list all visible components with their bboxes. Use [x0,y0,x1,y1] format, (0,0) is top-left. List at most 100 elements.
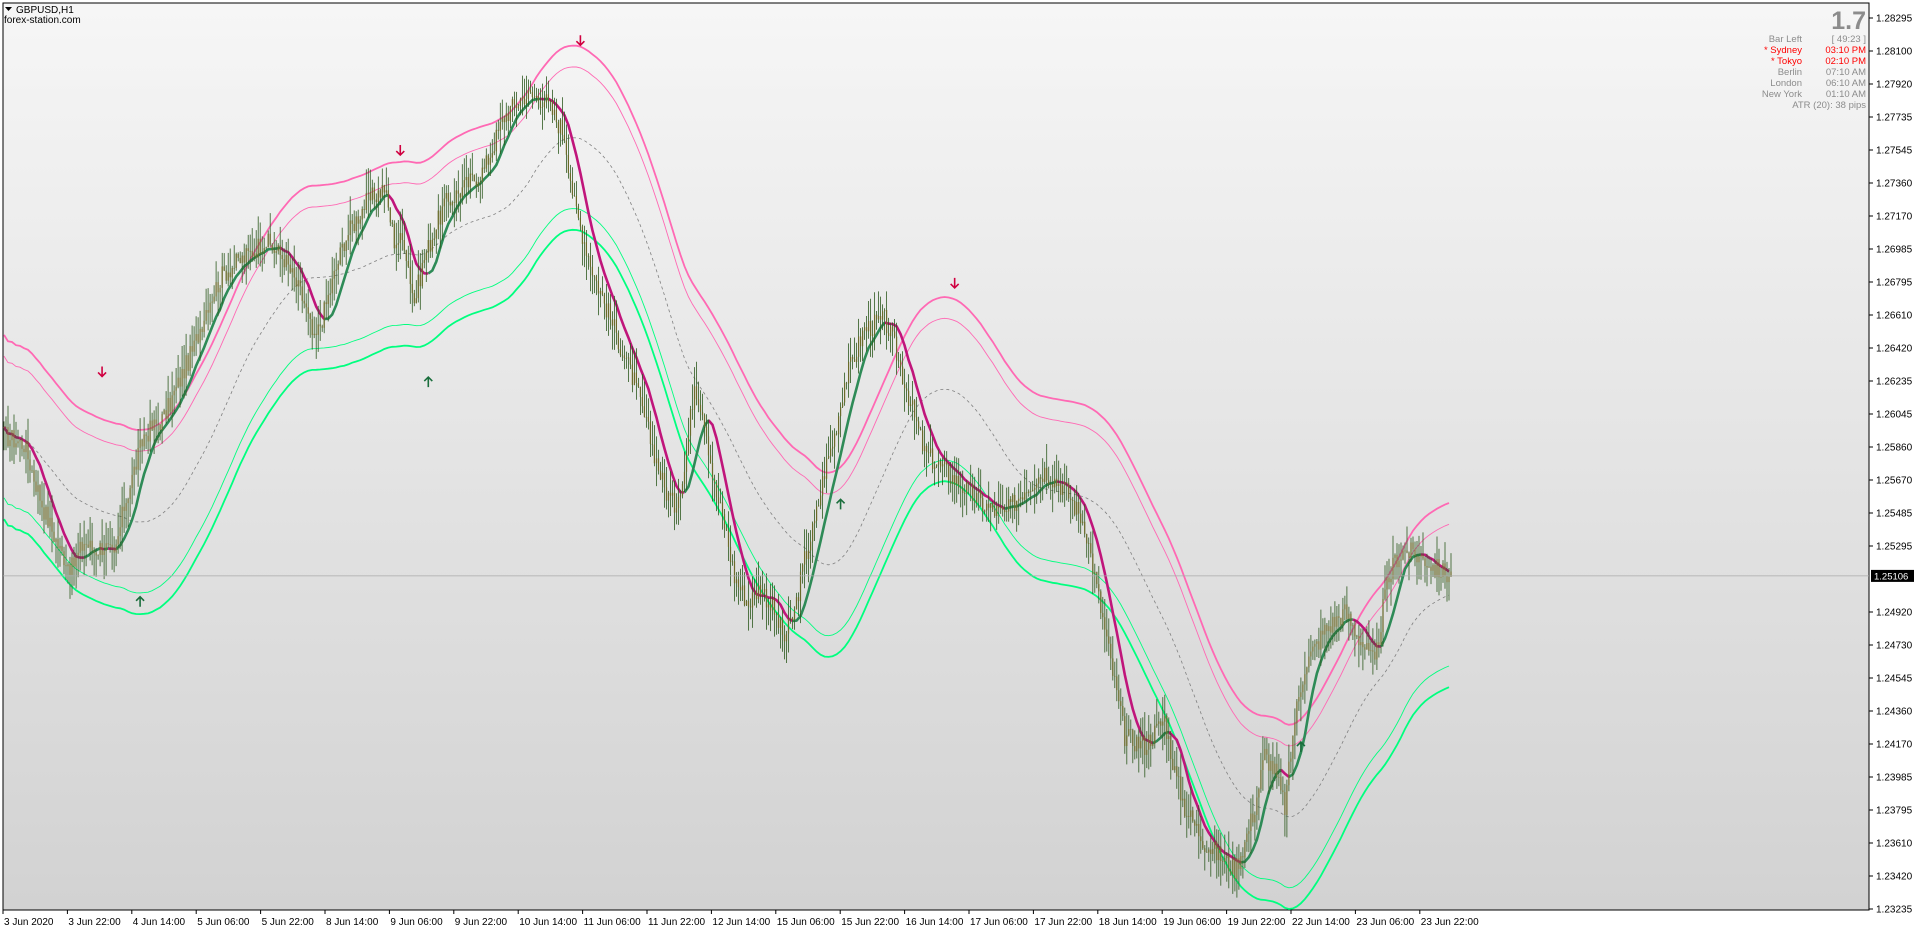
candle-body [43,507,44,519]
candle-body [1198,824,1199,836]
candle-body [150,421,151,442]
candle-body [488,155,489,164]
symbol-header[interactable]: GBPUSD,H1 forex-station.com [4,5,81,26]
candle-body [874,315,875,335]
candle-body [314,334,315,335]
candle-body [742,585,743,590]
candle-body [954,475,955,485]
candle-body [812,523,813,541]
candle-body [762,592,763,596]
candle-body [414,293,415,303]
candle-body [698,399,699,405]
x-tick-label: 5 Jun 22:00 [262,917,315,928]
candle-body [422,263,423,286]
candle-body [1038,477,1039,483]
candle-body [82,542,83,551]
candle-body [1178,776,1179,777]
candle-body [462,187,463,197]
candle-body [486,155,487,168]
candle-body [59,546,60,549]
x-tick-label: 18 Jun 14:00 [1099,917,1157,928]
candle-body [1406,551,1407,553]
candle-body [1176,766,1177,776]
candle-body [1148,735,1149,750]
candle-body [180,378,181,387]
candle-body [482,168,483,182]
candle-body [686,453,687,472]
candle-body [176,387,177,391]
y-tick-label: 1.26420 [1876,344,1913,355]
candle-body [120,527,121,536]
y-tick-label: 1.26985 [1876,245,1913,256]
candle-body [786,634,787,642]
chart-svg[interactable]: 1.25106 1.282951.281001.279201.277351.27… [0,0,1916,933]
candle-body [418,275,419,299]
candle-body [584,242,585,244]
candle-body [1280,777,1281,790]
candle-body [616,319,617,333]
candle-body [1100,591,1101,613]
candle-body [1242,856,1243,857]
candle-body [524,97,525,104]
candle-body [536,96,537,97]
candle-body [1324,625,1325,635]
candle-body [172,395,173,412]
candle-body [1024,492,1025,499]
candle-body [1284,792,1285,815]
candle-body [938,461,939,465]
candle-body [200,329,201,343]
candle-body [1432,565,1433,571]
candle-body [634,373,635,386]
candle-body [664,473,665,488]
candle-body [694,386,695,409]
candle-body [420,275,421,287]
candle-body [682,484,683,495]
candle-body [330,293,331,295]
candle-body [532,92,533,97]
candle-body [788,618,789,633]
candle-body [17,441,18,443]
candle-body [1434,565,1435,577]
chart-window[interactable]: 1.25106 1.282951.281001.279201.277351.27… [0,0,1916,933]
candle-body [834,434,835,447]
candle-body [916,417,917,421]
candle-body [57,539,58,548]
candle-body [1248,831,1249,834]
candle-body [1398,561,1399,568]
candle-body [356,216,357,231]
candle-body [360,220,361,224]
x-tick-label: 11 Jun 06:00 [584,917,642,928]
candle-body [386,190,387,192]
plot-area[interactable] [3,3,1869,910]
candle-body [878,316,879,320]
candle-body [7,427,8,446]
current-price-label: 1.25106 [1874,571,1908,582]
candle-body [116,544,117,552]
candle-body [758,585,759,599]
candle-body [478,182,479,186]
y-tick-label: 1.23610 [1876,839,1913,850]
candle-body [1436,559,1437,577]
candle-body [1072,500,1073,501]
candle-body [1170,736,1171,759]
candle-body [232,268,233,277]
candle-body [1442,563,1443,577]
candle-body [1214,842,1215,849]
candle-body [192,346,193,352]
candle-body [514,99,515,104]
info-row-label: * Tokyo [1771,56,1802,67]
candle-body [594,275,595,276]
candle-body [380,190,381,197]
candle-body [170,398,171,412]
candle-body [1440,577,1441,578]
candle-body [1112,658,1113,676]
candle-body [13,430,14,447]
candle-body [738,579,739,587]
candle-body [922,430,923,451]
candle-body [71,558,72,575]
candle-body [1074,501,1075,515]
candle-body [872,334,873,336]
candle-body [674,493,675,513]
candle-body [65,565,66,566]
candle-body [1366,643,1367,650]
